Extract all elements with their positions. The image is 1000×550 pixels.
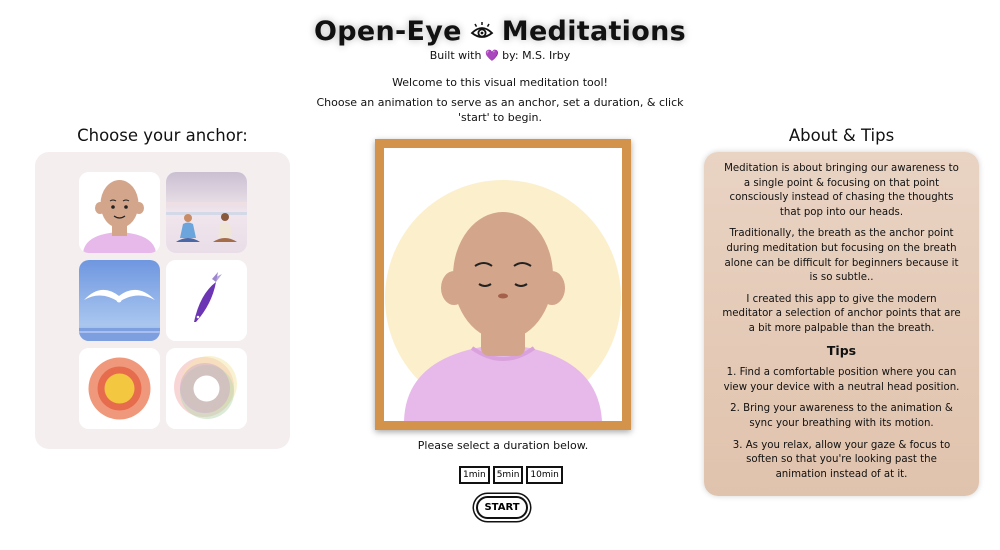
tip-item: 1. Find a comfortable position where you… — [723, 367, 960, 393]
app-title: Open-Eye Meditations — [314, 16, 686, 47]
concentric-circles-icon — [79, 348, 160, 429]
anchor-option-meditating-pair[interactable] — [166, 172, 247, 253]
anchor-option-fish[interactable] — [166, 260, 247, 341]
title-part1: Open-Eye — [314, 16, 462, 47]
instruction-line: Choose an animation to serve as an ancho… — [316, 95, 684, 125]
start-button[interactable]: START — [476, 496, 528, 519]
byline: Built with 💜 by: M.S. Irby — [429, 49, 571, 62]
heart-icon: 💜 — [484, 49, 499, 62]
title-part2: Meditations — [501, 16, 686, 47]
anchor-panel — [35, 152, 290, 449]
tip-item: 2. Bring your awareness to the animation… — [730, 403, 953, 429]
duration-options: 1min 5min 10min — [459, 466, 563, 484]
duration-10min-button[interactable]: 10min — [526, 466, 563, 484]
color-ring-icon — [166, 348, 247, 429]
seagull-icon — [79, 260, 160, 341]
meditating-face-animation — [384, 148, 622, 421]
anchor-option-color-ring[interactable] — [166, 348, 247, 429]
duration-1min-button[interactable]: 1min — [459, 466, 490, 484]
anchor-option-concentric-circles[interactable] — [79, 348, 160, 429]
about-panel: Meditation is about bringing our awarene… — [704, 152, 979, 496]
welcome-text: Welcome to this visual meditation tool! … — [300, 75, 700, 126]
anchor-animation — [384, 148, 622, 421]
anchor-heading: Choose your anchor: — [77, 126, 248, 145]
meditating-pair-icon — [166, 172, 247, 253]
about-paragraph: Traditionally, the breath as the anchor … — [724, 228, 959, 284]
header: Open-Eye Meditations Built with 💜 by: M.… — [0, 16, 1000, 62]
anchor-option-meditating-face[interactable] — [79, 172, 160, 253]
meditating-face-icon — [79, 172, 160, 253]
fish-icon — [166, 260, 247, 341]
duration-5min-button[interactable]: 5min — [492, 466, 524, 484]
about-heading: About & Tips — [788, 126, 895, 145]
anchor-animation-frame — [375, 139, 631, 430]
eye-icon — [470, 21, 494, 38]
about-paragraph: Meditation is about bringing our awarene… — [724, 163, 959, 218]
tips-heading: Tips — [826, 342, 857, 358]
tip-item: 3. As you relax, allow your gaze & focus… — [732, 439, 951, 480]
anchor-option-seagull[interactable] — [79, 260, 160, 341]
welcome-line: Welcome to this visual meditation tool! — [392, 76, 608, 89]
about-paragraph: I created this app to give the modern me… — [722, 293, 961, 334]
duration-note: Please select a duration below. — [417, 439, 589, 452]
